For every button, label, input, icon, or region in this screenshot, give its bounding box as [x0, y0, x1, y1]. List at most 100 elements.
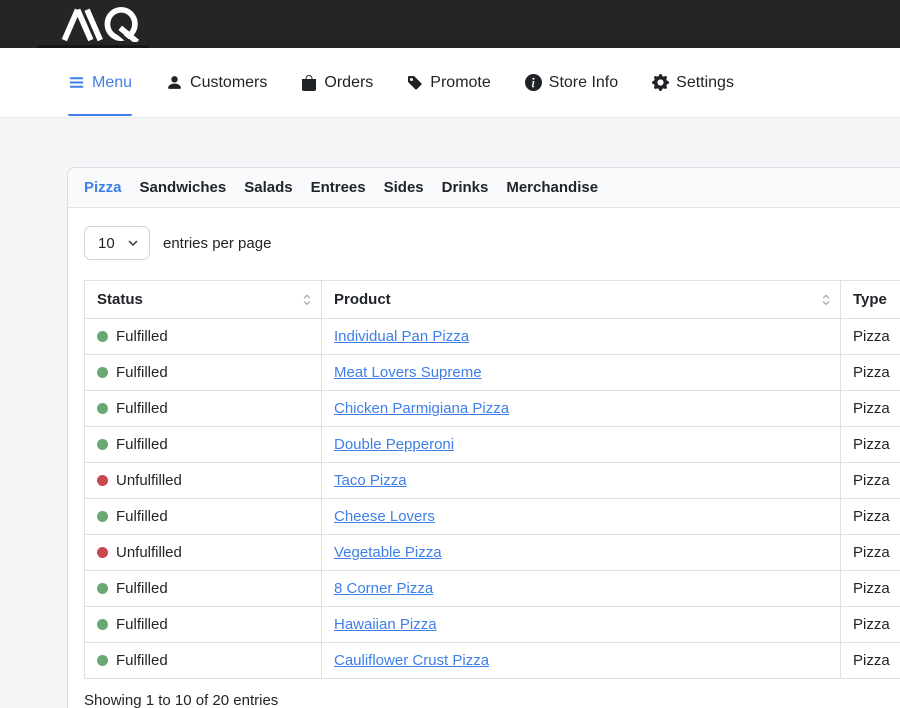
status-dot-icon — [97, 511, 108, 522]
sort-icon — [822, 293, 830, 306]
status-dot-icon — [97, 547, 108, 558]
status-cell: Fulfilled — [85, 571, 322, 607]
product-cell: Meat Lovers Supreme — [322, 355, 841, 391]
status-label: Fulfilled — [116, 364, 168, 381]
table-row: Unfulfilled Taco Pizza Pizza — [85, 463, 900, 499]
nav-item-orders[interactable]: Orders — [301, 48, 373, 118]
product-cell: Chicken Parmigiana Pizza — [322, 391, 841, 427]
tag-icon — [407, 75, 423, 91]
bag-icon — [301, 75, 317, 91]
tab-sides[interactable]: Sides — [384, 179, 424, 196]
nav-list: Menu Customers Orders Promote Store Info… — [68, 48, 734, 118]
category-tabs: Pizza Sandwiches Salads Entrees Sides Dr… — [68, 168, 900, 208]
nav-item-label: Menu — [92, 74, 132, 92]
status-dot-icon — [97, 583, 108, 594]
table-header-row: Status Product Type — [85, 281, 900, 319]
table-row: Fulfilled Cauliflower Crust Pizza Pizza — [85, 643, 900, 679]
main-nav: Menu Customers Orders Promote Store Info… — [0, 48, 900, 118]
status-label: Fulfilled — [116, 652, 168, 669]
card-body: 10 entries per page Status Product — [68, 208, 900, 708]
table-row: Unfulfilled Vegetable Pizza Pizza — [85, 535, 900, 571]
status-dot-icon — [97, 439, 108, 450]
product-link[interactable]: Chicken Parmigiana Pizza — [334, 400, 509, 417]
product-cell: Vegetable Pizza — [322, 535, 841, 571]
chevron-down-icon — [128, 240, 138, 247]
column-header-product[interactable]: Product — [322, 281, 841, 319]
status-label: Unfulfilled — [116, 472, 182, 489]
product-cell: Cauliflower Crust Pizza — [322, 643, 841, 679]
nav-item-customers[interactable]: Customers — [166, 48, 267, 118]
type-cell: Pizza — [841, 499, 900, 535]
products-table: Status Product Type Fulfilled Individual… — [84, 280, 900, 679]
nav-item-promote[interactable]: Promote — [407, 48, 490, 118]
status-dot-icon — [97, 331, 108, 342]
product-link[interactable]: Cheese Lovers — [334, 508, 435, 525]
nav-item-menu[interactable]: Menu — [68, 48, 132, 118]
status-label: Fulfilled — [116, 508, 168, 525]
column-header-label: Status — [97, 291, 143, 308]
table-row: Fulfilled 8 Corner Pizza Pizza — [85, 571, 900, 607]
tab-merchandise[interactable]: Merchandise — [506, 179, 598, 196]
tab-salads[interactable]: Salads — [244, 179, 292, 196]
status-dot-icon — [97, 619, 108, 630]
status-cell: Fulfilled — [85, 427, 322, 463]
tab-entrees[interactable]: Entrees — [311, 179, 366, 196]
type-cell: Pizza — [841, 535, 900, 571]
table-row: Fulfilled Meat Lovers Supreme Pizza — [85, 355, 900, 391]
nav-item-label: Orders — [324, 74, 373, 92]
status-cell: Unfulfilled — [85, 535, 322, 571]
product-cell: 8 Corner Pizza — [322, 571, 841, 607]
status-dot-icon — [97, 655, 108, 666]
product-cell: Cheese Lovers — [322, 499, 841, 535]
entries-row: 10 entries per page — [84, 224, 900, 260]
entries-per-page-select[interactable]: 10 — [84, 226, 150, 260]
app-logo — [58, 6, 154, 47]
status-cell: Unfulfilled — [85, 463, 322, 499]
product-link[interactable]: Vegetable Pizza — [334, 544, 442, 561]
type-cell: Pizza — [841, 319, 900, 355]
person-icon — [166, 74, 183, 91]
nav-item-label: Promote — [430, 74, 490, 92]
entries-selected-value: 10 — [98, 235, 115, 252]
type-cell: Pizza — [841, 607, 900, 643]
menu-icon — [68, 74, 85, 91]
table-row: Fulfilled Hawaiian Pizza Pizza — [85, 607, 900, 643]
column-header-label: Product — [334, 291, 391, 308]
type-cell: Pizza — [841, 355, 900, 391]
status-cell: Fulfilled — [85, 319, 322, 355]
table-row: Fulfilled Chicken Parmigiana Pizza Pizza — [85, 391, 900, 427]
status-label: Fulfilled — [116, 328, 168, 345]
active-nav-underline — [68, 114, 132, 116]
status-label: Unfulfilled — [116, 544, 182, 561]
status-dot-icon — [97, 475, 108, 486]
info-circle-icon — [525, 74, 542, 91]
status-cell: Fulfilled — [85, 643, 322, 679]
tab-pizza[interactable]: Pizza — [84, 179, 122, 196]
status-label: Fulfilled — [116, 400, 168, 417]
product-link[interactable]: Individual Pan Pizza — [334, 328, 469, 345]
status-label: Fulfilled — [116, 436, 168, 453]
product-cell: Individual Pan Pizza — [322, 319, 841, 355]
status-dot-icon — [97, 367, 108, 378]
product-link[interactable]: Cauliflower Crust Pizza — [334, 652, 489, 669]
tab-drinks[interactable]: Drinks — [442, 179, 489, 196]
type-cell: Pizza — [841, 643, 900, 679]
nav-item-label: Store Info — [549, 74, 618, 92]
product-link[interactable]: Double Pepperoni — [334, 436, 454, 453]
product-link[interactable]: Taco Pizza — [334, 472, 407, 489]
column-header-status[interactable]: Status — [85, 281, 322, 319]
product-cell: Taco Pizza — [322, 463, 841, 499]
product-link[interactable]: 8 Corner Pizza — [334, 580, 433, 597]
product-link[interactable]: Hawaiian Pizza — [334, 616, 437, 633]
product-cell: Hawaiian Pizza — [322, 607, 841, 643]
nav-item-store-info[interactable]: Store Info — [525, 48, 618, 118]
status-cell: Fulfilled — [85, 355, 322, 391]
type-cell: Pizza — [841, 571, 900, 607]
nav-item-settings[interactable]: Settings — [652, 48, 734, 118]
gear-icon — [652, 74, 669, 91]
sort-icon — [303, 293, 311, 306]
status-cell: Fulfilled — [85, 499, 322, 535]
tab-sandwiches[interactable]: Sandwiches — [140, 179, 227, 196]
menu-card: Pizza Sandwiches Salads Entrees Sides Dr… — [67, 167, 900, 708]
product-link[interactable]: Meat Lovers Supreme — [334, 364, 482, 381]
